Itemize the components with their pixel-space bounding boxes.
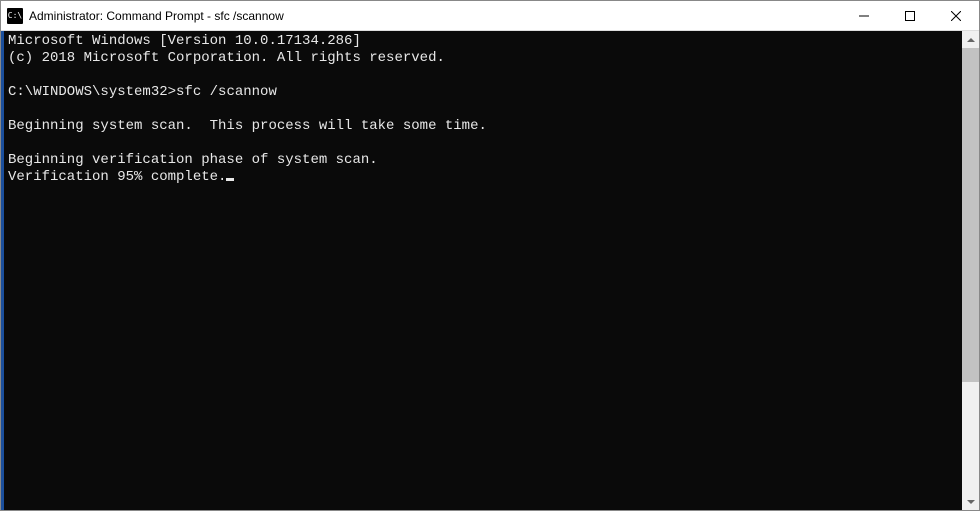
output-line: Verification 95% complete. — [8, 169, 226, 185]
client-area: Microsoft Windows [Version 10.0.17134.28… — [1, 31, 979, 510]
scrollbar-thumb[interactable] — [962, 48, 979, 382]
scroll-up-button[interactable] — [962, 31, 979, 48]
window-controls — [841, 1, 979, 30]
minimize-icon — [859, 11, 869, 21]
maximize-button[interactable] — [887, 1, 933, 30]
minimize-button[interactable] — [841, 1, 887, 30]
output-line: Beginning system scan. This process will… — [8, 118, 487, 134]
prompt-path: C:\WINDOWS\system32> — [8, 84, 176, 100]
command-prompt-window: C:\ Administrator: Command Prompt - sfc … — [0, 0, 980, 511]
output-line: Beginning verification phase of system s… — [8, 152, 378, 168]
scrollbar-track[interactable] — [962, 48, 979, 493]
output-line: (c) 2018 Microsoft Corporation. All righ… — [8, 50, 445, 66]
terminal-output[interactable]: Microsoft Windows [Version 10.0.17134.28… — [4, 31, 962, 510]
typed-command: sfc /scannow — [176, 84, 277, 100]
output-line: Microsoft Windows [Version 10.0.17134.28… — [8, 33, 361, 49]
window-title: Administrator: Command Prompt - sfc /sca… — [29, 9, 841, 23]
vertical-scrollbar[interactable] — [962, 31, 979, 510]
scroll-down-button[interactable] — [962, 493, 979, 510]
chevron-up-icon — [967, 38, 975, 42]
maximize-icon — [905, 11, 915, 21]
close-icon — [951, 11, 961, 21]
text-cursor — [226, 178, 234, 181]
cmd-icon: C:\ — [7, 8, 23, 24]
chevron-down-icon — [967, 500, 975, 504]
close-button[interactable] — [933, 1, 979, 30]
titlebar[interactable]: C:\ Administrator: Command Prompt - sfc … — [1, 1, 979, 31]
